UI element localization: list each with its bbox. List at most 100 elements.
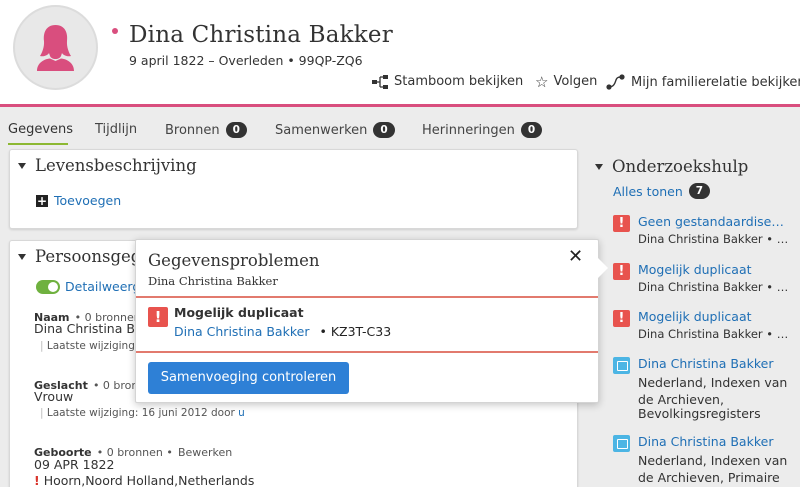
follow-label: Volgen [553,74,598,89]
record-hint[interactable]: Dina Christina Bakker Nederland, Indexen… [613,434,800,487]
view-tree-label: Stamboom bekijken [394,74,524,89]
header-actions: Stamboom bekijken ☆ Volgen Mijn familier… [0,74,800,94]
count-badge: 0 [373,122,395,138]
data-problems-popover: Gegevensproblemen Dina Christina Bakker … [135,239,599,403]
warning-icon: ! [613,215,630,232]
issue-person-row: Dina Christina Bakker • KZ3T-C33 [174,324,391,339]
active-tab-indicator [8,143,68,145]
view-relationship-button[interactable]: Mijn familierelatie bekijken [606,74,800,90]
record-icon [613,357,630,374]
tree-icon [372,74,388,89]
research-help-header[interactable]: Onderzoekshulp [595,157,748,176]
view-tree-button[interactable]: Stamboom bekijken [371,74,523,89]
record-icon [613,435,630,452]
birth-place-row: ! Hoorn,Noord Holland,Netherlands [34,473,254,487]
duplicate-person-link[interactable]: Dina Christina Bakker [174,324,309,339]
record-hint[interactable]: Dina Christina Bakker Nederland, Indexen… [613,356,800,421]
toggle-switch[interactable] [36,279,60,294]
divider: | [40,407,44,419]
review-merge-button[interactable]: Samenvoeging controleren [148,362,349,394]
tab-bar: Gegevens Tijdlijn Bronnen 0 Samenwerken … [0,107,800,149]
record-collection-line: Nederland, Indexen van [638,375,788,390]
view-relationship-label: Mijn familierelatie bekijken [631,74,800,90]
detail-toggle-label: Detailweerg [65,279,141,294]
record-collection-line: Nederland, Indexen van [638,453,788,468]
tab-label: Samenwerken [275,122,368,138]
count-badge: 0 [520,122,543,138]
tab-gegevens[interactable]: Gegevens [8,122,73,137]
star-icon: ☆ [535,72,549,91]
popover-subtitle: Dina Christina Bakker [148,274,278,288]
show-all-label: Alles tonen [613,183,683,199]
collapse-triangle-icon [18,253,26,260]
name-last-changed: | Laatste wijziging [40,340,135,352]
warning-icon: ! [613,263,630,280]
record-title[interactable]: Dina Christina Bakker [638,434,773,449]
page-root: { "header": { "name": "Dina Christina Ba… [0,0,800,487]
person-subtitle: 9 april 1822 – Overleden • 99QP-ZQ6 [129,53,363,68]
collapse-triangle-icon [18,162,26,169]
tab-label: Herinneringen [422,122,515,138]
warning-icon: ! [613,310,630,327]
gender-indicator [112,28,118,34]
last-changed-label: Laatste wijziging [46,340,135,352]
research-help-title: Onderzoekshulp [612,157,749,176]
research-item-title[interactable]: Mogelijk duplicaat [638,262,752,277]
close-icon[interactable]: ✕ [568,246,583,267]
research-item-sub: Dina Christina Bakker • … [638,232,789,246]
research-item-title[interactable]: Geen gestandaardise… [638,214,784,229]
warning-icon: ! [34,473,40,487]
add-life-sketch-link[interactable]: + Toevoegen [36,193,121,208]
birth-place[interactable]: Hoorn,Noord Holland,Netherlands [44,473,255,487]
popover-title: Gegevensproblemen [148,251,320,270]
research-item[interactable]: ! Mogelijk duplicaat Dina Christina Bakk… [613,262,800,298]
tab-label: Gegevens [8,122,74,137]
edit-birth-link[interactable]: Bewerken [178,446,232,459]
sources-count: • 0 bron [92,379,139,392]
record-collection-line: de Archieven, Primaire [638,470,780,485]
issue-title: Mogelijk duplicaat [174,305,304,320]
research-item-sub: Dina Christina Bakker • … [638,280,789,294]
detail-view-toggle[interactable]: Detailweerg [36,279,140,294]
count-badge: 0 [225,122,247,138]
person-name: Dina Christina Bakker [129,22,393,48]
tab-samenwerken[interactable]: Samenwerken 0 [275,122,395,138]
name-value[interactable]: Dina Christina B [34,321,135,336]
bullet: • [319,324,327,339]
tab-bronnen[interactable]: Bronnen 0 [165,122,247,138]
tab-label: Tijdlijn [95,122,138,137]
contributor-link[interactable]: u [238,407,245,419]
record-title[interactable]: Dina Christina Bakker [638,356,773,371]
life-sketch-header[interactable]: Levensbeschrijving [18,156,197,175]
tab-label: Bronnen [165,122,220,138]
plus-icon: + [36,193,48,208]
research-item[interactable]: ! Mogelijk duplicaat Dina Christina Bakk… [613,309,800,345]
follow-button[interactable]: ☆ Volgen [535,74,597,89]
card-title: Persoonsgeg [35,247,142,266]
add-label: Toevoegen [54,193,122,208]
divider: | [40,340,44,352]
vitals-header[interactable]: Persoonsgeg [18,247,141,266]
person-header: Dina Christina Bakker 9 april 1822 – Ove… [0,0,800,104]
relationship-icon [606,74,625,90]
show-all-link[interactable]: Alles tonen 7 [613,183,711,199]
collapse-triangle-icon [595,163,603,170]
count-badge: 7 [688,183,711,199]
popover-divider [136,351,598,353]
research-item-sub: Dina Christina Bakker • … [638,327,789,341]
card-title: Levensbeschrijving [35,156,197,175]
life-sketch-card: Levensbeschrijving + Toevoegen [9,149,578,229]
tab-tijdlijn[interactable]: Tijdlijn [95,122,137,137]
sex-last-changed: | Laatste wijziging: 16 juni 2012 door u [40,407,245,419]
research-item[interactable]: ! Geen gestandaardise… Dina Christina Ba… [613,214,800,250]
research-item-title[interactable]: Mogelijk duplicaat [638,309,752,324]
tab-herinneringen[interactable]: Herinneringen 0 [422,122,543,138]
popover-divider [136,296,598,298]
popover-arrow [598,258,608,278]
record-collection-line: Bevolkingsregisters [638,406,761,421]
warning-icon: ! [148,307,168,327]
sex-value[interactable]: Vrouw [34,389,73,404]
last-changed-label: Laatste wijziging: 16 juni 2012 door [46,407,235,419]
duplicate-person-id: KZ3T-C33 [330,324,392,339]
birth-date[interactable]: 09 APR 1822 [34,457,114,472]
